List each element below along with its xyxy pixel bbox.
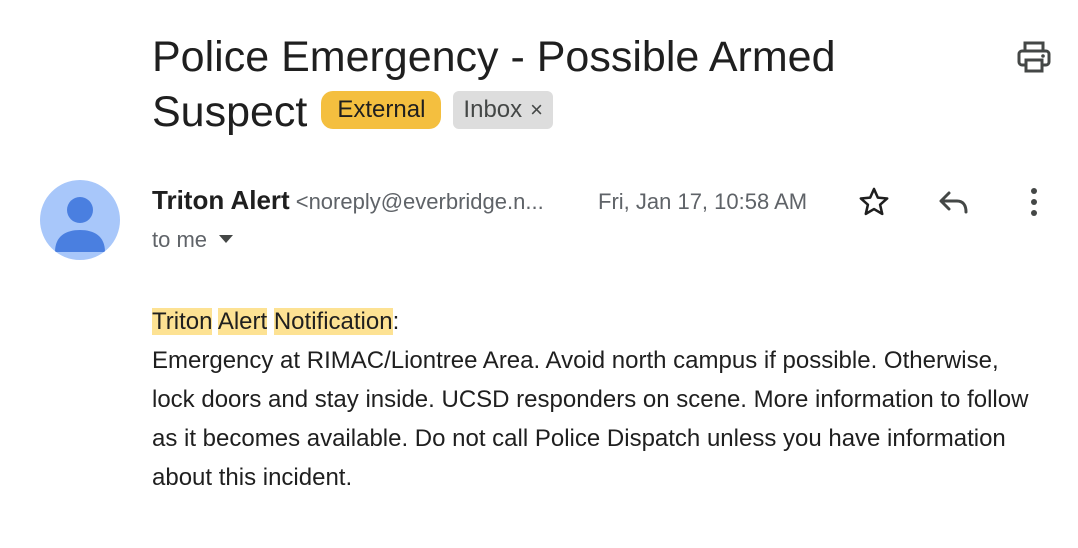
email-date: Fri, Jan 17, 10:58 AM xyxy=(598,189,808,214)
inbox-label-text: Inbox xyxy=(463,95,523,123)
body-text: Emergency at RIMAC/Liontree Area. Avoid … xyxy=(152,347,1029,491)
person-icon xyxy=(55,197,105,252)
body-heading: Triton Alert Notification: xyxy=(152,302,1032,341)
email-subject: Police Emergency - Possible Armed Suspec… xyxy=(152,30,972,140)
reply-icon[interactable] xyxy=(934,182,974,222)
recipient-dropdown[interactable]: to me xyxy=(152,226,234,254)
highlight-word: Triton xyxy=(152,308,213,335)
print-icon[interactable] xyxy=(1016,40,1052,74)
sender-name[interactable]: Triton Alert xyxy=(152,185,290,215)
highlight-word: Alert xyxy=(217,308,268,335)
inbox-label[interactable]: Inbox × xyxy=(453,90,553,129)
recipient-text: to me xyxy=(152,227,208,252)
chevron-down-icon[interactable] xyxy=(219,235,234,244)
external-label: External xyxy=(321,90,442,129)
body-heading-colon: : xyxy=(392,308,400,335)
email-body: Triton Alert Notification: Emergency at … xyxy=(152,302,1032,497)
sender-email: <noreply@everbridge.n... xyxy=(295,189,544,214)
sender: Triton Alert <noreply@everbridge.n... xyxy=(152,184,544,218)
remove-label-icon[interactable]: × xyxy=(530,97,543,122)
star-icon[interactable] xyxy=(854,182,894,222)
highlight-word: Notification xyxy=(273,308,393,335)
avatar[interactable] xyxy=(40,180,120,260)
more-vert-icon[interactable] xyxy=(1014,182,1054,222)
